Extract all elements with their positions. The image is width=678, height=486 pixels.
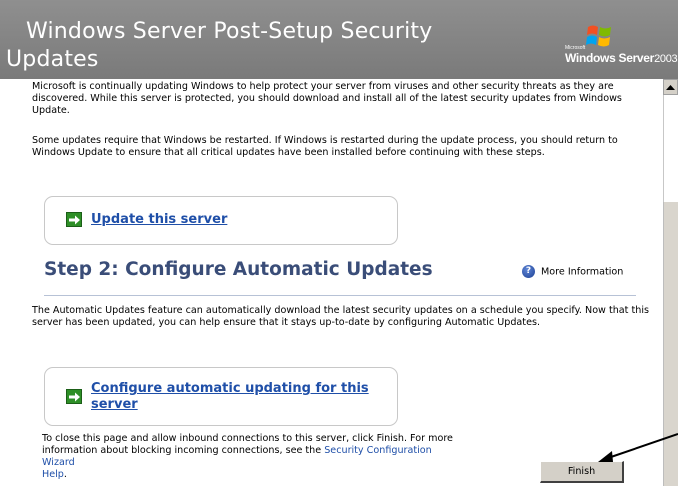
- product-year: 2003: [654, 53, 678, 65]
- section-divider: [44, 295, 636, 296]
- footer-period: .: [63, 469, 67, 480]
- security-wizard-help-link[interactable]: Help: [42, 469, 64, 480]
- page-title-line1: Windows Server Post-Setup Security: [26, 19, 433, 44]
- intro-paragraph-2: Some updates require that Windows be res…: [32, 135, 618, 158]
- product-name-text: Windows Server: [565, 51, 655, 65]
- more-information-label[interactable]: More Information: [541, 267, 623, 278]
- windows-flag-icon: [586, 25, 611, 47]
- page-header: Windows Server Post-Setup Security Updat…: [0, 0, 678, 79]
- page-title: Windows Server Post-Setup Security Updat…: [6, 18, 436, 74]
- scroll-track[interactable]: [663, 95, 678, 202]
- windows-server-logo: Microsoft Windows Server2003: [565, 24, 678, 76]
- scroll-up-arrow-icon: [666, 85, 675, 90]
- configure-updates-box[interactable]: Configure automatic updating for this se…: [44, 367, 398, 426]
- update-server-link[interactable]: Update this server: [91, 212, 227, 228]
- green-arrow-icon: [66, 389, 82, 404]
- step2-title: Step 2: Configure Automatic Updates: [44, 259, 433, 280]
- more-information-link[interactable]: ? More Information: [522, 265, 623, 278]
- intro-paragraph-1: Microsoft is continually updating Window…: [32, 81, 622, 116]
- green-arrow-icon: [66, 212, 82, 227]
- help-icon: ?: [522, 265, 535, 278]
- footer-instructions: To close this page and allow inbound con…: [42, 433, 462, 481]
- step2-description: The Automatic Updates feature can automa…: [32, 305, 649, 328]
- configure-updates-link[interactable]: Configure automatic updating for this se…: [91, 381, 391, 413]
- scroll-up-button[interactable]: [663, 79, 678, 95]
- configure-updates-link-line1[interactable]: Configure automatic updating for this: [91, 381, 369, 396]
- page-title-line2: Updates: [6, 47, 99, 72]
- configure-updates-link-line2[interactable]: server: [91, 397, 138, 412]
- update-server-box[interactable]: Update this server: [44, 196, 398, 245]
- callout-arrow: [598, 433, 678, 462]
- product-name: Windows Server2003: [565, 51, 678, 65]
